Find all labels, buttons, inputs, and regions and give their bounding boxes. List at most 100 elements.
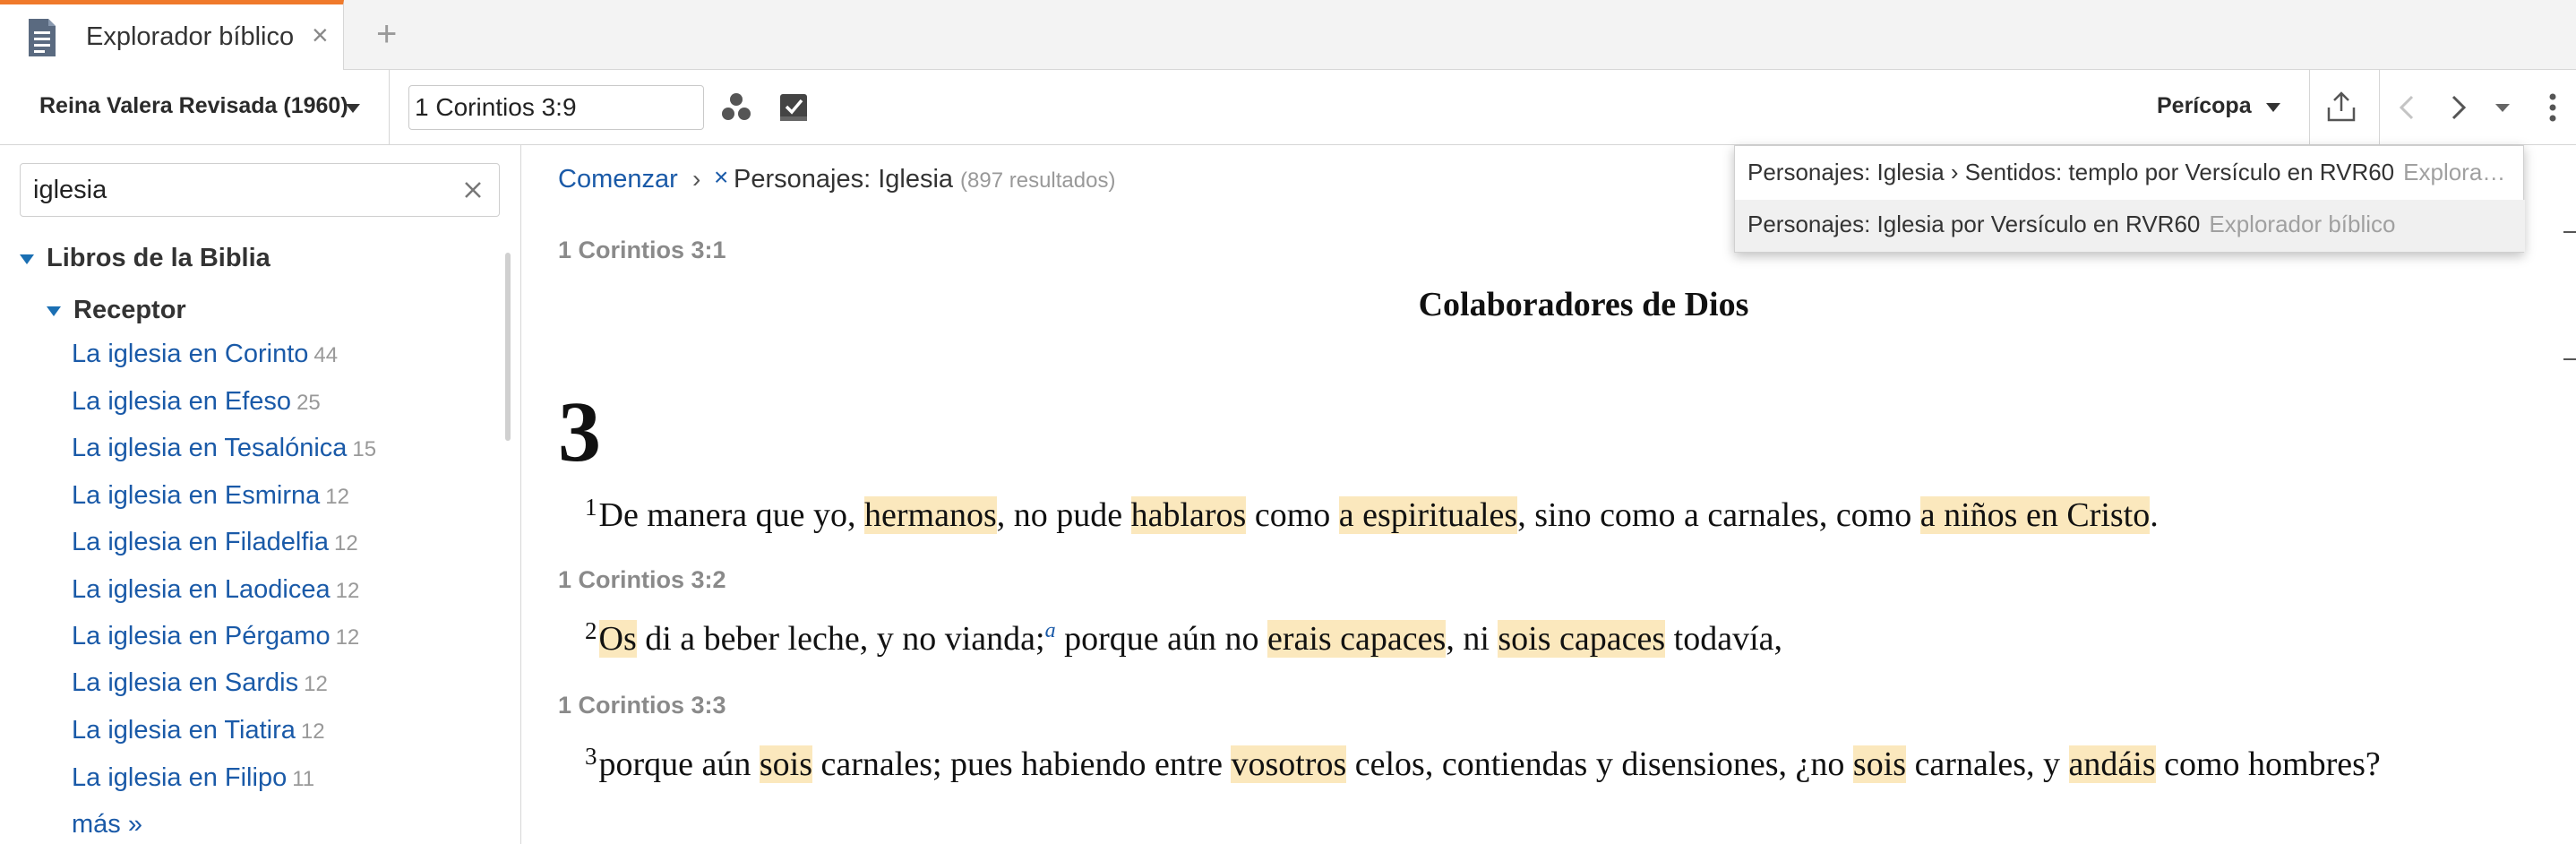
highlighted-word[interactable]: Os: [598, 620, 637, 658]
list-item[interactable]: La iglesia en Efeso 25: [72, 387, 321, 417]
item-count: 12: [333, 531, 358, 555]
back-icon[interactable]: [2390, 90, 2426, 125]
section-menu[interactable]: Perícopa: [2157, 93, 2252, 119]
verse-text: como hombres?: [2155, 745, 2381, 783]
verse-text: , ni: [1446, 620, 1498, 658]
item-count: 12: [335, 625, 360, 650]
item-label[interactable]: La iglesia en Esmirna: [72, 481, 320, 510]
tab-close-icon[interactable]: ×: [312, 21, 329, 49]
verse-reference[interactable]: 1 Corintios 3:3: [558, 692, 726, 719]
chevron-down-icon[interactable]: [346, 104, 360, 113]
checklist-icon[interactable]: [776, 90, 811, 125]
tree-node-receptor[interactable]: Receptor: [47, 296, 186, 325]
item-label[interactable]: La iglesia en Filadelfia: [72, 528, 329, 556]
verse-text: todavía,: [1665, 620, 1782, 658]
verse-text: celos, contiendas y disensiones, ¿no: [1346, 745, 1853, 783]
highlighted-word[interactable]: sois capaces: [1498, 620, 1666, 658]
highlighted-word[interactable]: hablaros: [1130, 496, 1247, 534]
expand-triangle-icon[interactable]: [47, 306, 61, 316]
item-count: 12: [300, 719, 325, 744]
sidebar-scrollbar[interactable]: [505, 253, 511, 441]
breadcrumb-filter: Personajes: Iglesia (897 resultados): [734, 165, 1115, 194]
highlighted-word[interactable]: a espirituales: [1338, 496, 1518, 534]
dropdown-item[interactable]: Personajes: Iglesia por Versículo en RVR…: [1735, 200, 2525, 252]
item-label[interactable]: La iglesia en Sardis: [72, 668, 298, 697]
list-item[interactable]: La iglesia en Pérgamo 12: [72, 622, 359, 651]
verse-reference[interactable]: 1 Corintios 3:1: [558, 237, 726, 264]
toolbar: Reina Valera Revisada (1960) Perícopa: [0, 70, 2576, 145]
list-item[interactable]: La iglesia en Filipo 11: [72, 763, 314, 793]
verse-text: .: [2150, 496, 2159, 534]
document-icon: [29, 19, 56, 56]
tree-node-libros[interactable]: Libros de la Biblia: [20, 244, 270, 273]
list-item[interactable]: La iglesia en Laodicea 12: [72, 575, 359, 605]
item-label[interactable]: La iglesia en Tesalónica: [72, 434, 347, 462]
verse-3: 3porque aún sois carnales; pues habiendo…: [558, 729, 2537, 791]
breadcrumb-separator: ›: [692, 165, 701, 193]
forward-icon[interactable]: [2440, 90, 2476, 125]
list-item[interactable]: La iglesia en Esmirna 12: [72, 481, 349, 511]
dropdown-item[interactable]: Personajes: Iglesia › Sentidos: templo p…: [1735, 148, 2525, 200]
breadcrumb-start-link[interactable]: Comenzar: [558, 165, 678, 194]
chapter-number: 3: [558, 383, 601, 479]
expand-triangle-icon[interactable]: [20, 254, 34, 264]
item-label[interactable]: La iglesia en Laodicea: [72, 575, 331, 604]
tree-node-label: Libros de la Biblia: [47, 244, 270, 272]
divider: [389, 70, 390, 145]
highlighted-word[interactable]: hermanos: [864, 496, 997, 534]
verse-1: 1De manera que yo, hermanos, no pude hab…: [558, 480, 2537, 542]
item-count: 12: [335, 579, 360, 603]
verse-reference[interactable]: 1 Corintios 3:2: [558, 566, 726, 594]
list-item[interactable]: La iglesia en Tesalónica 15: [72, 434, 376, 463]
item-count: 12: [304, 672, 328, 696]
section-heading: Colaboradores de Dios: [1418, 286, 1749, 323]
list-item[interactable]: La iglesia en Tiatira 12: [72, 716, 325, 745]
item-label[interactable]: La iglesia en Tiatira: [72, 716, 296, 745]
reference-input[interactable]: [408, 85, 704, 130]
item-label[interactable]: La iglesia en Filipo: [72, 763, 287, 792]
item-count: 15: [352, 437, 377, 461]
history-dropdown: Personajes: Iglesia › Sentidos: templo p…: [1734, 145, 2525, 253]
highlighted-word[interactable]: vosotros: [1231, 745, 1347, 783]
verse-text: carnales, y: [1906, 745, 2069, 783]
tab-explorador-biblico[interactable]: Explorador bíblico ×: [0, 0, 344, 71]
share-icon[interactable]: [2323, 90, 2359, 125]
footnote-marker[interactable]: a: [1045, 619, 1056, 642]
visual-filter-icon[interactable]: [718, 90, 754, 125]
clear-search-icon[interactable]: [460, 177, 485, 202]
dropdown-item-source: Explora…: [2403, 159, 2506, 185]
item-count: 25: [296, 391, 321, 415]
verse-text: porque aún: [598, 745, 760, 783]
scroll-marker: [2563, 231, 2576, 233]
tree-node-label: Receptor: [73, 296, 186, 324]
remove-filter-icon[interactable]: ×: [714, 163, 728, 192]
item-label[interactable]: La iglesia en Corinto: [72, 340, 308, 368]
list-item[interactable]: La iglesia en Sardis 12: [72, 668, 328, 698]
divider: [2309, 70, 2310, 145]
highlighted-word[interactable]: sois: [1852, 745, 1907, 783]
more-link[interactable]: más »: [72, 810, 142, 840]
list-item[interactable]: La iglesia en Filadelfia 12: [72, 528, 358, 557]
highlighted-word[interactable]: a niños en Cristo: [1919, 496, 2151, 534]
highlighted-word[interactable]: andáis: [2068, 745, 2156, 783]
list-item[interactable]: La iglesia en Corinto 44: [72, 340, 338, 369]
verse-text: di a beber leche, y no vianda;: [636, 620, 1045, 658]
item-label[interactable]: La iglesia en Efeso: [72, 387, 291, 416]
search-input[interactable]: [20, 163, 500, 217]
result-count: (897 resultados): [960, 168, 1116, 193]
chevron-down-icon[interactable]: [2266, 103, 2280, 112]
item-label[interactable]: La iglesia en Pérgamo: [72, 622, 331, 650]
highlighted-word[interactable]: erais capaces: [1267, 620, 1447, 658]
highlighted-word[interactable]: sois: [759, 745, 813, 783]
more-options-icon[interactable]: [2535, 90, 2571, 125]
item-count: 12: [325, 485, 349, 509]
verse-text: , no pude: [996, 496, 1131, 534]
history-dropdown-icon[interactable]: [2485, 90, 2520, 125]
filter-label: Personajes: Iglesia: [734, 165, 954, 194]
verse-text: , sino como a carnales, como: [1517, 496, 1920, 534]
verse-number: 3: [585, 743, 597, 770]
bible-version-selector[interactable]: Reina Valera Revisada (1960): [39, 93, 348, 119]
verse-number: 2: [585, 617, 597, 644]
verse-text: porque aún no: [1055, 620, 1267, 658]
add-tab-button[interactable]: +: [376, 16, 397, 52]
